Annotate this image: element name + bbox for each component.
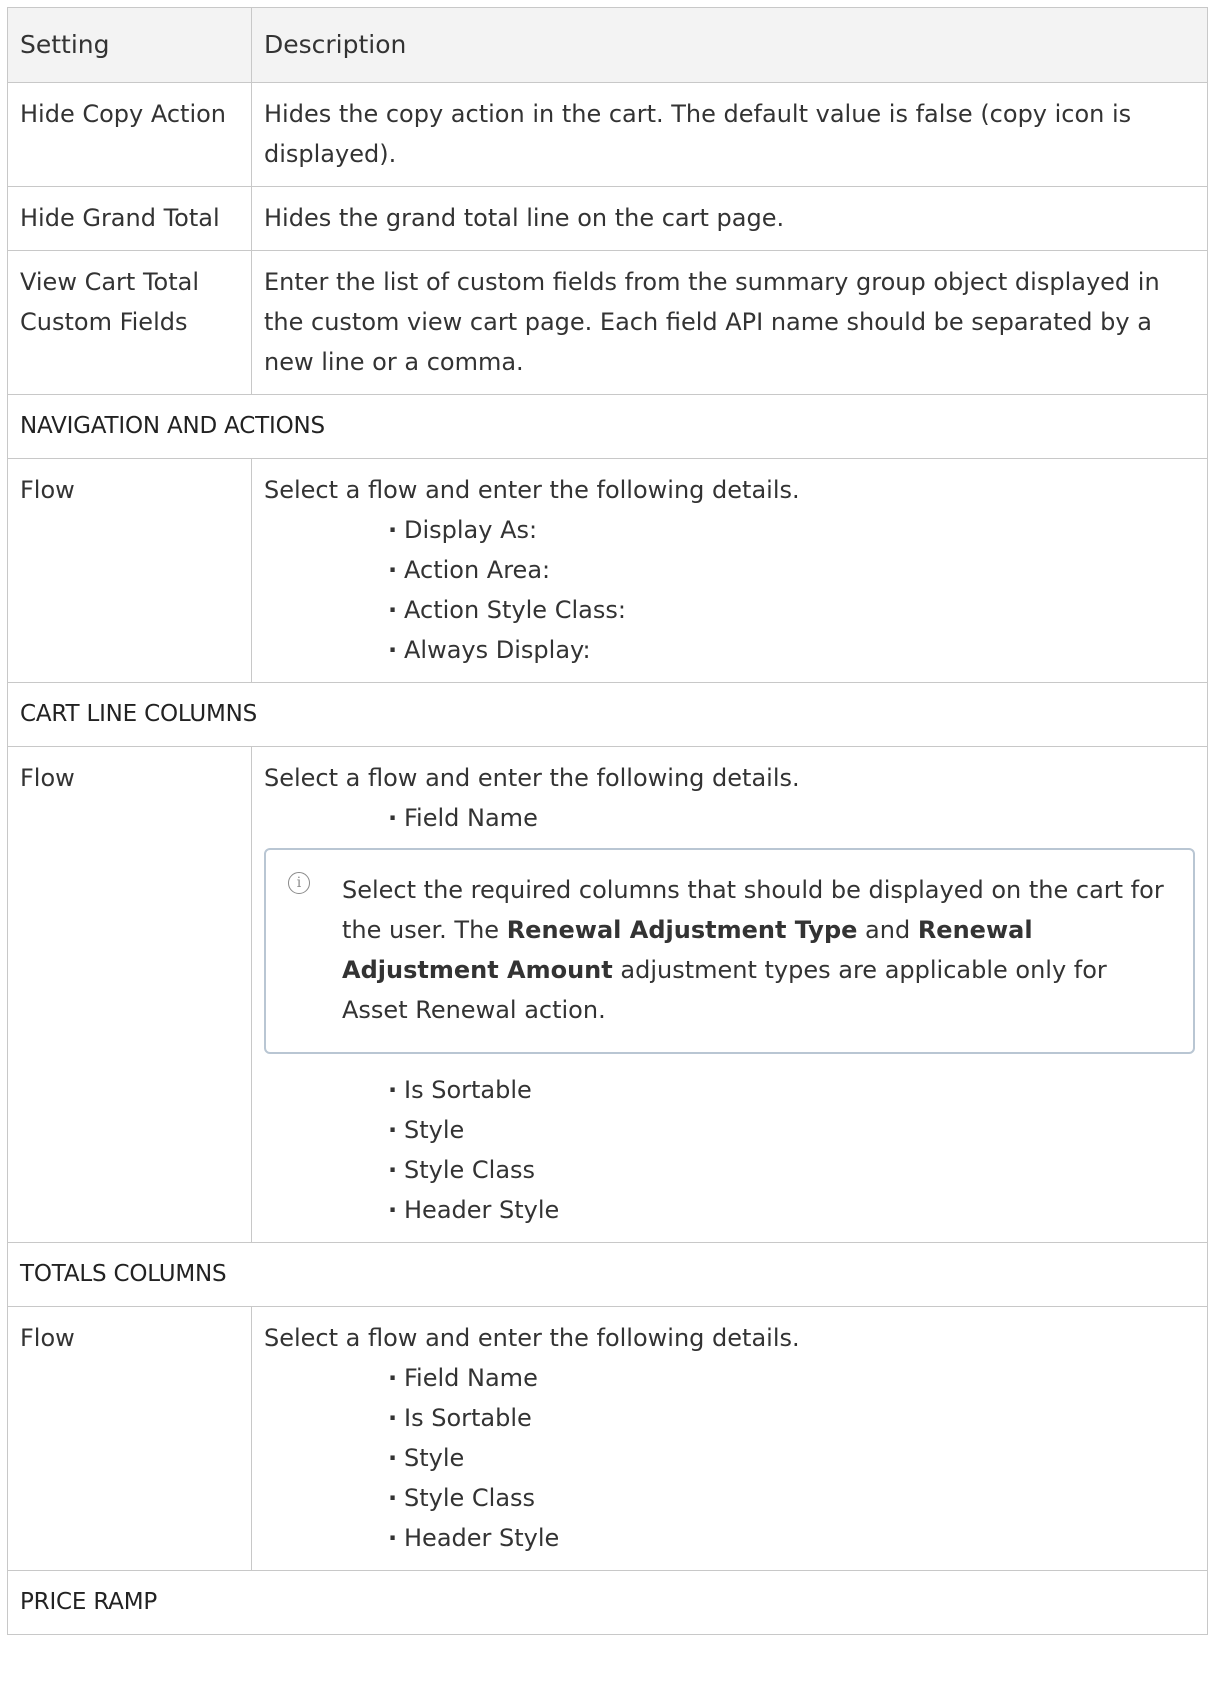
table-row: Flow Select a flow and enter the followi… — [7, 746, 1208, 1243]
description-cell: Select a flow and enter the following de… — [251, 458, 1208, 683]
section-title-cart-line-columns: CART LINE COLUMNS — [7, 682, 1208, 747]
list-item: Field Name — [388, 798, 1195, 838]
list-item: Header Style — [388, 1190, 1195, 1230]
list-item: Action Area: — [388, 550, 1195, 590]
setting-cell: Hide Copy Action — [7, 82, 252, 187]
header-setting: Setting — [7, 7, 252, 83]
description-cell: Select a flow and enter the following de… — [251, 746, 1208, 1243]
description-cell: Hides the copy action in the cart. The d… — [251, 82, 1208, 187]
description-cell: Enter the list of custom fields from the… — [251, 250, 1208, 395]
list-item: Display As: — [388, 510, 1195, 550]
list-item: Action Style Class: — [388, 590, 1195, 630]
table-row: Flow Select a flow and enter the followi… — [7, 1306, 1208, 1571]
note-bold-renewal-adjustment-type: Renewal Adjustment Type — [506, 916, 858, 944]
description-text: Select a flow and enter the following de… — [264, 1324, 800, 1352]
list-item: Style Class — [388, 1150, 1195, 1190]
table-row: Flow Select a flow and enter the followi… — [7, 458, 1208, 683]
settings-table: Setting Description Hide Copy Action Hid… — [7, 7, 1208, 1635]
setting-cell: View Cart Total Custom Fields — [7, 250, 252, 395]
list-item: Style — [388, 1438, 1195, 1478]
setting-cell: Flow — [7, 746, 252, 1243]
section-header-row: CART LINE COLUMNS — [7, 682, 1208, 747]
description-text: Select a flow and enter the following de… — [264, 476, 800, 504]
detail-list: Display As: Action Area: Action Style Cl… — [264, 510, 1195, 670]
section-header-row: PRICE RAMP — [7, 1570, 1208, 1635]
section-header-row: TOTALS COLUMNS — [7, 1242, 1208, 1307]
description-cell: Select a flow and enter the following de… — [251, 1306, 1208, 1571]
description-cell: Hides the grand total line on the cart p… — [251, 186, 1208, 251]
setting-cell: Hide Grand Total — [7, 186, 252, 251]
description-text: Select a flow and enter the following de… — [264, 764, 800, 792]
list-item: Style — [388, 1110, 1195, 1150]
section-title-totals-columns: TOTALS COLUMNS — [7, 1242, 1208, 1307]
detail-list: Is Sortable Style Style Class Header Sty… — [264, 1070, 1195, 1230]
table-header-row: Setting Description — [7, 7, 1208, 83]
list-item: Header Style — [388, 1518, 1195, 1558]
section-title-price-ramp: PRICE RAMP — [7, 1570, 1208, 1635]
setting-cell: Flow — [7, 1306, 252, 1571]
list-item: Style Class — [388, 1478, 1195, 1518]
info-icon: i — [288, 872, 310, 894]
setting-cell: Flow — [7, 458, 252, 683]
section-title-navigation-and-actions: NAVIGATION AND ACTIONS — [7, 394, 1208, 459]
section-header-row: NAVIGATION AND ACTIONS — [7, 394, 1208, 459]
table-row: View Cart Total Custom Fields Enter the … — [7, 250, 1208, 395]
list-item: Always Display: — [388, 630, 1195, 670]
list-item: Is Sortable — [388, 1398, 1195, 1438]
header-description: Description — [251, 7, 1208, 83]
table-row: Hide Copy Action Hides the copy action i… — [7, 82, 1208, 187]
detail-list: Field Name Is Sortable Style Style Class… — [264, 1358, 1195, 1558]
list-item: Is Sortable — [388, 1070, 1195, 1110]
list-item: Field Name — [388, 1358, 1195, 1398]
detail-list: Field Name — [264, 798, 1195, 838]
info-note: i Select the required columns that shoul… — [264, 848, 1195, 1054]
table-row: Hide Grand Total Hides the grand total l… — [7, 186, 1208, 251]
note-text: Select the required columns that should … — [342, 876, 1164, 1024]
